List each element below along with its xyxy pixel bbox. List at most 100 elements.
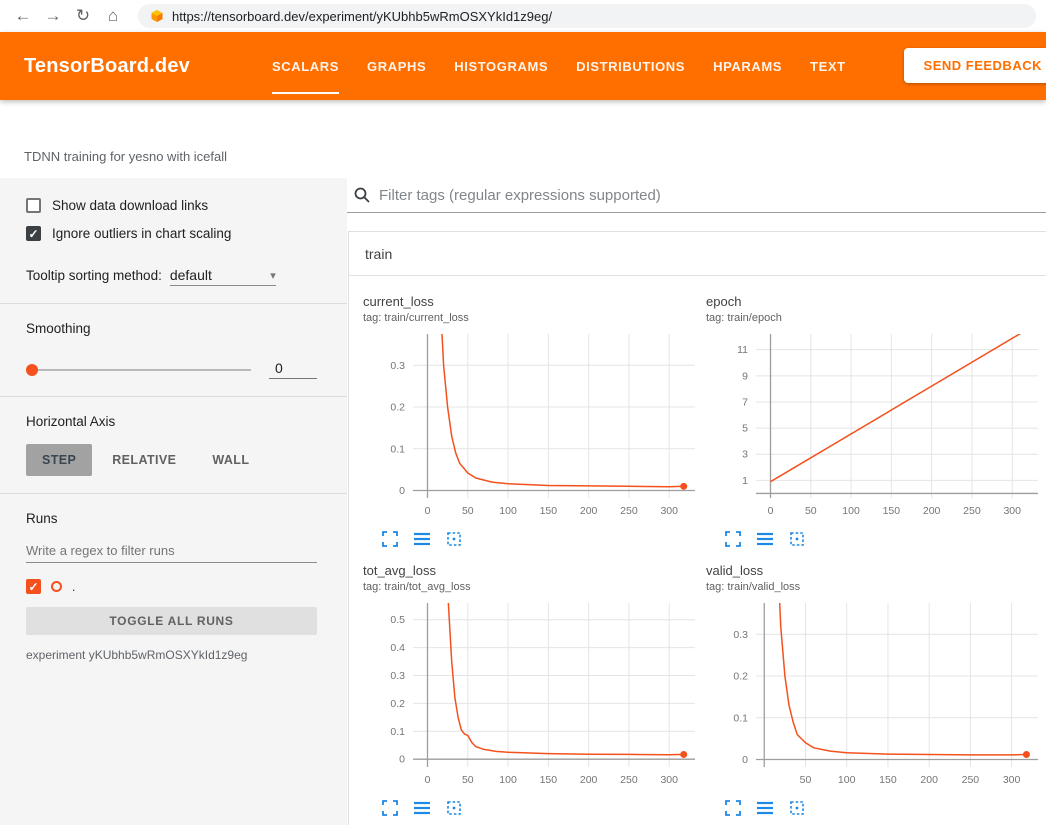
- svg-text:7: 7: [742, 396, 748, 408]
- tag-filter-input[interactable]: [379, 187, 1046, 204]
- svg-text:0: 0: [425, 505, 431, 517]
- svg-text:300: 300: [660, 774, 678, 786]
- svg-text:0.2: 0.2: [733, 671, 748, 683]
- chart-toolbar: [706, 793, 1043, 816]
- chart-title: tot_avg_loss: [363, 563, 700, 578]
- tab-distributions[interactable]: DISTRIBUTIONS: [562, 32, 699, 100]
- svg-text:0: 0: [768, 505, 774, 517]
- chart-tag: tag: train/current_loss: [363, 312, 700, 324]
- runs-selector-icon[interactable]: [756, 530, 773, 547]
- runs-filter-input[interactable]: [26, 539, 317, 563]
- run-row[interactable]: .: [26, 579, 317, 594]
- svg-text:5: 5: [742, 423, 748, 435]
- tooltip-sorting-dropdown[interactable]: default ▾: [170, 267, 276, 286]
- smoothing-slider[interactable]: [26, 369, 251, 371]
- svg-text:150: 150: [540, 774, 558, 786]
- ignore-outliers-checkbox[interactable]: Ignore outliers in chart scaling: [26, 226, 317, 241]
- chart-title: current_loss: [363, 294, 700, 309]
- svg-text:200: 200: [923, 505, 941, 517]
- svg-text:0.4: 0.4: [390, 642, 405, 654]
- fit-domain-icon[interactable]: [788, 799, 805, 816]
- tag-group-header[interactable]: train: [349, 232, 1046, 276]
- slider-knob[interactable]: [26, 364, 38, 376]
- svg-text:50: 50: [462, 774, 474, 786]
- tensorboard-logo-icon: [150, 9, 164, 23]
- svg-text:50: 50: [805, 505, 817, 517]
- axis-step-button[interactable]: STEP: [26, 444, 92, 476]
- svg-text:11: 11: [737, 344, 748, 356]
- tab-text[interactable]: TEXT: [796, 32, 860, 100]
- expand-chart-icon[interactable]: [381, 799, 398, 816]
- runs-selector-icon[interactable]: [413, 530, 430, 547]
- search-icon: [353, 186, 371, 204]
- svg-text:300: 300: [660, 505, 678, 517]
- home-icon[interactable]: ⌂: [100, 3, 126, 29]
- app-header: TensorBoard.dev SCALARS GRAPHS HISTOGRAM…: [0, 32, 1046, 100]
- chart-toolbar: [363, 793, 700, 816]
- svg-text:0: 0: [399, 485, 405, 497]
- line-chart[interactable]: 00.10.20.3050100150200250300: [363, 328, 700, 524]
- svg-text:250: 250: [620, 505, 638, 517]
- tab-hparams[interactable]: HPARAMS: [699, 32, 796, 100]
- fit-domain-icon[interactable]: [788, 530, 805, 547]
- chart-toolbar: [706, 524, 1043, 547]
- tab-graphs[interactable]: GRAPHS: [353, 32, 440, 100]
- experiment-note: experiment yKUbhb5wRmOSXYkId1z9eg: [26, 648, 317, 662]
- svg-text:3: 3: [742, 449, 748, 461]
- expand-chart-icon[interactable]: [724, 799, 741, 816]
- reload-icon[interactable]: ↻: [70, 3, 96, 29]
- browser-toolbar: ← → ↻ ⌂ https://tensorboard.dev/experime…: [0, 0, 1046, 32]
- svg-text:1: 1: [742, 475, 748, 487]
- url-text: https://tensorboard.dev/experiment/yKUbh…: [172, 9, 552, 24]
- forward-icon[interactable]: →: [40, 3, 66, 29]
- svg-text:200: 200: [580, 774, 598, 786]
- chart-tag: tag: train/epoch: [706, 312, 1043, 324]
- checkbox-icon: [26, 198, 41, 213]
- fit-domain-icon[interactable]: [445, 530, 462, 547]
- tab-scalars[interactable]: SCALARS: [258, 32, 353, 100]
- tab-histograms[interactable]: HISTOGRAMS: [440, 32, 562, 100]
- svg-text:50: 50: [462, 505, 474, 517]
- expand-chart-icon[interactable]: [724, 530, 741, 547]
- show-download-links-checkbox[interactable]: Show data download links: [26, 198, 317, 213]
- settings-sidebar: Show data download links Ignore outliers…: [0, 178, 347, 825]
- svg-text:0.3: 0.3: [390, 670, 405, 682]
- fit-domain-icon[interactable]: [445, 799, 462, 816]
- run-checkbox-icon[interactable]: [26, 579, 41, 594]
- runs-selector-icon[interactable]: [413, 799, 430, 816]
- smoothing-value-input[interactable]: 0: [269, 360, 317, 379]
- tag-filter-row: [347, 178, 1046, 213]
- svg-text:100: 100: [499, 505, 517, 517]
- svg-text:50: 50: [800, 774, 812, 786]
- main-content: train current_loss tag: train/current_lo…: [347, 178, 1046, 825]
- send-feedback-button[interactable]: SEND FEEDBACK: [904, 48, 1046, 83]
- axis-relative-button[interactable]: RELATIVE: [96, 444, 192, 476]
- run-name: .: [72, 580, 75, 594]
- checkbox-icon: [26, 226, 41, 241]
- chart-card: epoch tag: train/epoch 13579110501001502…: [706, 294, 1043, 547]
- svg-text:150: 150: [540, 505, 558, 517]
- run-color-swatch-icon: [51, 581, 62, 592]
- brand-title: TensorBoard.dev: [24, 55, 190, 78]
- svg-text:0.3: 0.3: [390, 360, 405, 372]
- expand-chart-icon[interactable]: [381, 530, 398, 547]
- tooltip-sorting-label: Tooltip sorting method:: [26, 268, 162, 283]
- horizontal-axis-label: Horizontal Axis: [26, 414, 317, 429]
- line-chart[interactable]: 00.10.20.350100150200250300: [706, 597, 1043, 793]
- line-chart[interactable]: 1357911050100150200250300: [706, 328, 1043, 524]
- address-bar[interactable]: https://tensorboard.dev/experiment/yKUbh…: [138, 4, 1036, 28]
- toggle-all-runs-button[interactable]: TOGGLE ALL RUNS: [26, 607, 317, 635]
- chart-tag: tag: train/tot_avg_loss: [363, 581, 700, 593]
- svg-text:100: 100: [838, 774, 856, 786]
- charts-grid: current_loss tag: train/current_loss 0 0.…: [349, 276, 1046, 816]
- runs-label: Runs: [26, 511, 317, 526]
- smoothing-label: Smoothing: [26, 321, 317, 336]
- svg-text:100: 100: [842, 505, 860, 517]
- chart-toolbar: [363, 524, 700, 547]
- runs-selector-icon[interactable]: [756, 799, 773, 816]
- line-chart[interactable]: 00.10.20.30.40.5050100150200250300: [363, 597, 700, 793]
- back-icon[interactable]: ←: [10, 3, 36, 29]
- axis-wall-button[interactable]: WALL: [196, 444, 265, 476]
- svg-text:0: 0: [425, 774, 431, 786]
- svg-text:100: 100: [499, 774, 517, 786]
